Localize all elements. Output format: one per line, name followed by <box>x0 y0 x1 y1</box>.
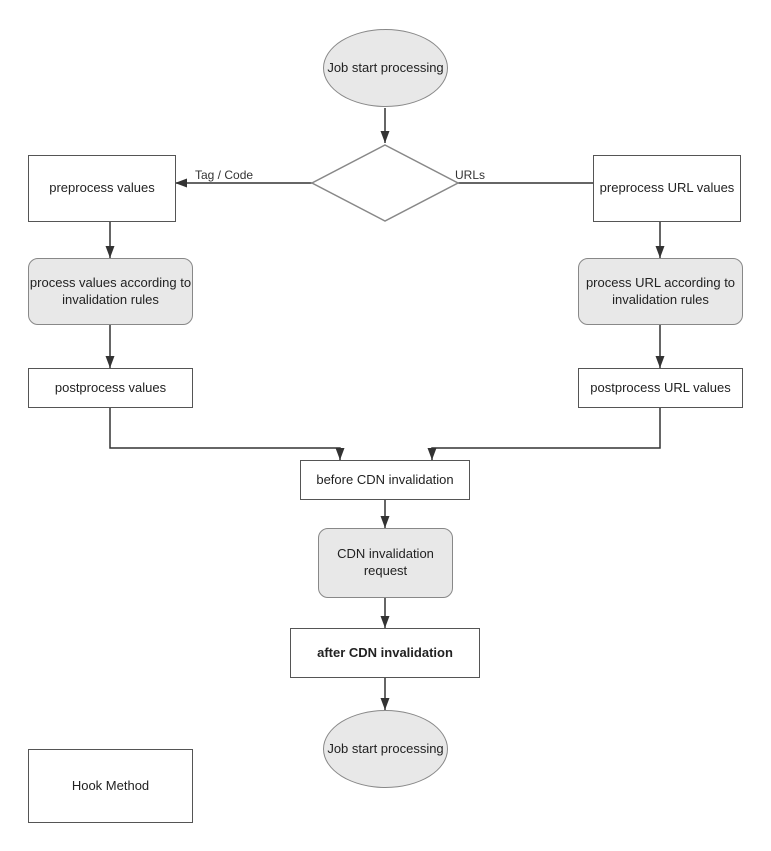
urls-label: URLs <box>455 168 485 182</box>
before-cdn-invalidation: before CDN invalidation <box>300 460 470 500</box>
preprocess-url-values: preprocess URL values <box>593 155 741 222</box>
cdn-invalidation-request: CDN invalidation request <box>318 528 453 598</box>
job-start-top: Job start processing <box>323 29 448 107</box>
postprocess-url-values: postprocess URL values <box>578 368 743 408</box>
postprocess-values: postprocess values <box>28 368 193 408</box>
hook-method: Hook Method <box>28 749 193 823</box>
process-url-values: process URL according to invalidation ru… <box>578 258 743 325</box>
invalidation-type-diamond: Invalidation Type <box>310 143 460 223</box>
job-start-bottom: Job start processing <box>323 710 448 788</box>
flowchart-diagram: Job start processing Invalidation Type T… <box>0 0 771 851</box>
tag-code-label: Tag / Code <box>195 168 253 182</box>
process-values: process values according to invalidation… <box>28 258 193 325</box>
preprocess-values: preprocess values <box>28 155 176 222</box>
after-cdn-invalidation: after CDN invalidation <box>290 628 480 678</box>
